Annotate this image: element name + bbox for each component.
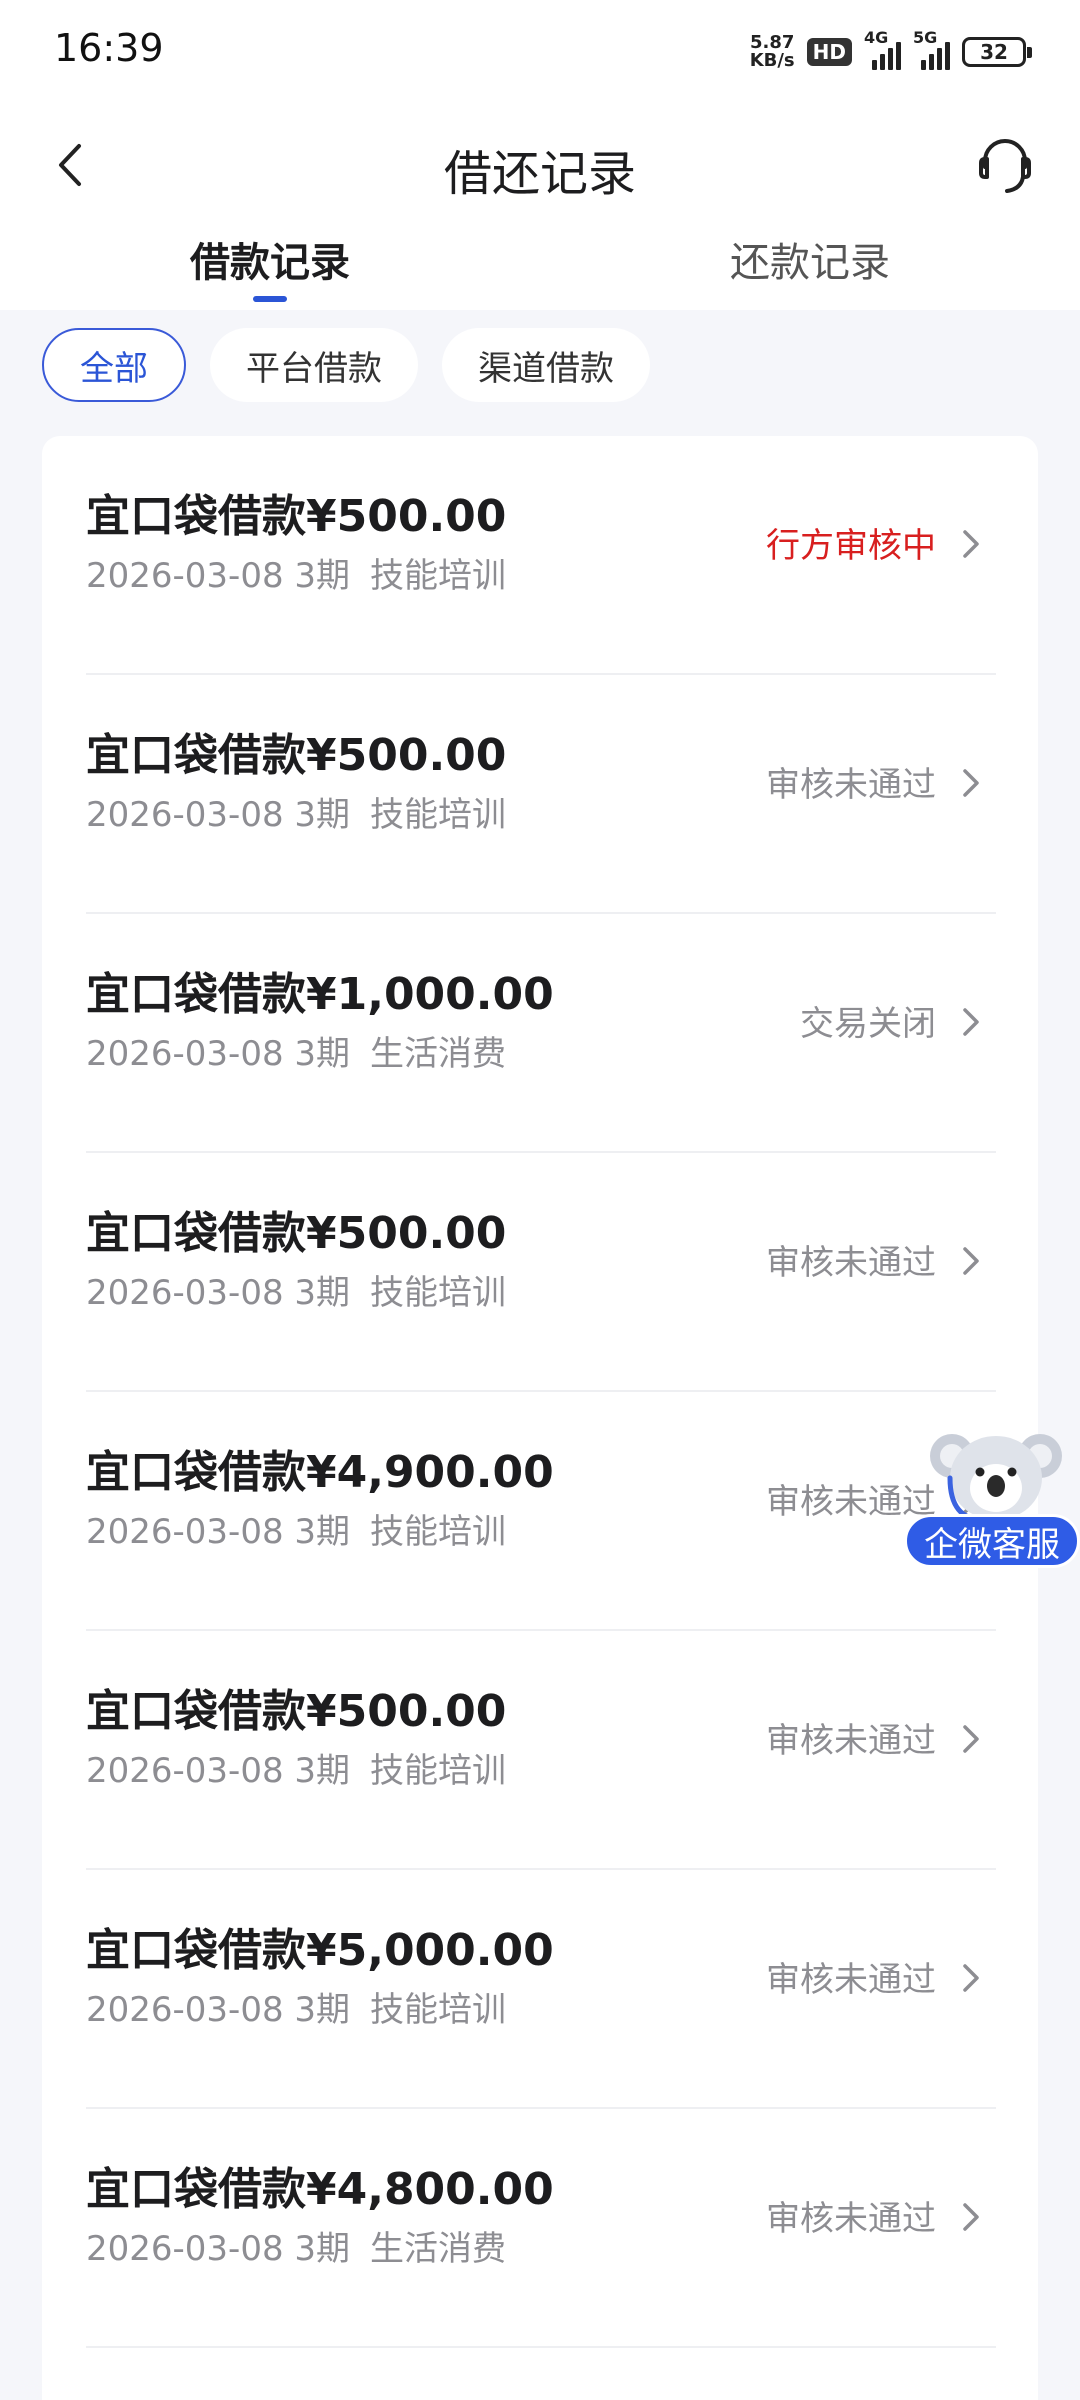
status-icons: 5.87 KB/s HD 4G 5G 32 xyxy=(749,28,1032,76)
record-meta: 2026-03-08 3期 生活消费 xyxy=(86,2221,506,2270)
loan-record-item[interactable]: 宜口袋借款¥4,900.00 2026-03-08 3期 技能培训 审核未通过 xyxy=(86,1392,996,1631)
network-speed: 5.87 KB/s xyxy=(749,32,795,71)
filter-channel-loan[interactable]: 渠道借款 xyxy=(442,328,650,402)
record-date-term: 2026-03-08 3期 xyxy=(86,1034,351,1074)
signal-4g-icon: 4G xyxy=(864,28,901,70)
record-status: 行方审核中 xyxy=(766,526,936,566)
chevron-right-icon xyxy=(963,769,979,797)
chevron-right-icon xyxy=(963,2203,979,2231)
record-status: 交易关闭 xyxy=(800,1004,936,1044)
filter-all[interactable]: 全部 xyxy=(42,328,186,402)
tab-borrow-records[interactable]: 借款记录 xyxy=(120,230,420,288)
record-title: 宜口袋借款¥500.00 xyxy=(86,730,507,781)
loan-record-item[interactable]: 宜口袋借款¥500.00 2026-03-08 3期 技能培训 审核未通过 xyxy=(86,1631,996,1870)
loan-record-list: 宜口袋借款¥500.00 2026-03-08 3期 技能培训 行方审核中 宜口袋… xyxy=(42,436,1038,2400)
record-category: 技能培训 xyxy=(370,1512,507,1552)
record-date-term: 2026-03-08 3期 xyxy=(86,1990,351,2030)
record-title: 宜口袋借款¥4,900.00 xyxy=(86,1447,554,1498)
chevron-right-icon xyxy=(963,1247,979,1275)
record-title: 宜口袋借款¥500.00 xyxy=(86,1208,507,1259)
record-category: 生活消费 xyxy=(370,2229,507,2269)
record-title: 宜口袋借款¥1,000.00 xyxy=(86,969,554,1020)
record-status: 审核未通过 xyxy=(766,1960,936,2000)
record-title: 宜口袋借款¥4,800.00 xyxy=(86,2164,554,2215)
chevron-right-icon xyxy=(963,530,979,558)
wecom-service-button[interactable]: 企微客服 xyxy=(900,1420,1080,1570)
tab-active-indicator xyxy=(253,296,287,302)
record-date-term: 2026-03-08 3期 xyxy=(86,1273,351,1313)
signal-5g-icon: 5G xyxy=(913,28,950,70)
record-meta: 2026-03-08 3期 技能培训 xyxy=(86,1743,506,1792)
record-date-term: 2026-03-08 3期 xyxy=(86,795,351,835)
chevron-right-icon xyxy=(963,1008,979,1036)
record-tabs: 借款记录 还款记录 xyxy=(0,230,1080,310)
loan-record-item[interactable]: 宜口袋借款¥500.00 2026-03-08 3期 技能培训 审核未通过 xyxy=(86,1153,996,1392)
record-category: 技能培训 xyxy=(370,556,507,596)
record-status: 审核未通过 xyxy=(766,2199,936,2239)
tab-repay-records[interactable]: 还款记录 xyxy=(660,230,960,288)
chevron-right-icon xyxy=(963,1725,979,1753)
record-status: 审核未通过 xyxy=(766,1243,936,1283)
record-title: 宜口袋借款¥500.00 xyxy=(86,1686,507,1737)
record-category: 生活消费 xyxy=(370,1034,507,1074)
status-bar: 16:39 5.87 KB/s HD 4G 5G 32 xyxy=(0,0,1080,100)
record-title: 宜口袋借款¥5,000.00 xyxy=(86,1925,554,1976)
record-date-term: 2026-03-08 3期 xyxy=(86,1512,351,1552)
record-category: 技能培训 xyxy=(370,1273,507,1313)
record-meta: 2026-03-08 3期 技能培训 xyxy=(86,1982,506,2031)
chevron-right-icon xyxy=(963,1964,979,1992)
loan-record-item[interactable]: 宜口袋借款¥500.00 2026-03-08 3期 技能培训 审核未通过 xyxy=(86,675,996,914)
record-category: 技能培训 xyxy=(370,1990,507,2030)
filter-chips: 全部 平台借款 渠道借款 xyxy=(42,328,650,402)
record-meta: 2026-03-08 3期 技能培训 xyxy=(86,548,506,597)
customer-support-button[interactable] xyxy=(968,128,1042,202)
record-status: 审核未通过 xyxy=(766,765,936,805)
loan-record-item[interactable]: 宜口袋借款¥500.00 2026-03-08 3期 技能培训 行方审核中 xyxy=(86,436,996,675)
headset-icon xyxy=(979,139,1031,193)
record-meta: 2026-03-08 3期 技能培训 xyxy=(86,787,506,836)
record-category: 技能培训 xyxy=(370,795,507,835)
record-date-term: 2026-03-08 3期 xyxy=(86,1751,351,1791)
record-date-term: 2026-03-08 3期 xyxy=(86,556,351,596)
loan-record-item[interactable]: 宜口袋借款¥1,000.00 2026-03-08 3期 生活消费 交易关闭 xyxy=(86,914,996,1153)
loan-record-item[interactable]: 宜口袋借款¥4,800.00 2026-03-08 3期 生活消费 审核未通过 xyxy=(86,2109,996,2348)
wecom-service-label: 企微客服 xyxy=(904,1514,1080,1568)
filter-platform-loan[interactable]: 平台借款 xyxy=(210,328,418,402)
hd-badge: HD xyxy=(806,38,852,66)
record-status: 审核未通过 xyxy=(766,1721,936,1761)
record-category: 技能培训 xyxy=(370,1751,507,1791)
loan-record-item[interactable]: 宜口袋借款¥5,000.00 2026-03-08 3期 技能培训 审核未通过 xyxy=(86,1870,996,2109)
record-date-term: 2026-03-08 3期 xyxy=(86,2229,351,2269)
battery-icon: 32 xyxy=(962,37,1032,67)
record-meta: 2026-03-08 3期 技能培训 xyxy=(86,1265,506,1314)
record-title: 宜口袋借款¥500.00 xyxy=(86,491,507,542)
header: 借还记录 借款记录 还款记录 xyxy=(0,100,1080,310)
status-time: 16:39 xyxy=(54,26,164,70)
record-meta: 2026-03-08 3期 生活消费 xyxy=(86,1026,506,1075)
record-meta: 2026-03-08 3期 技能培训 xyxy=(86,1504,506,1553)
page-title: 借还记录 xyxy=(443,146,636,202)
